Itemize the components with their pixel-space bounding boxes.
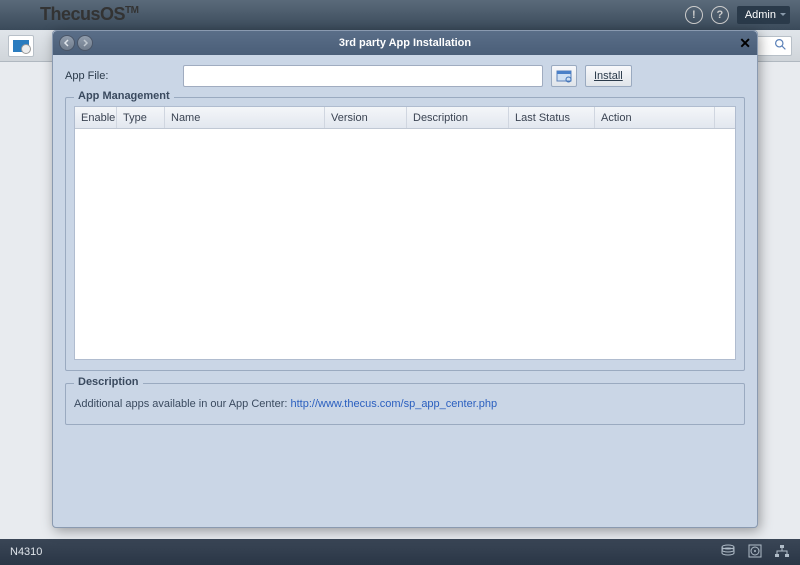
alert-icon[interactable]: ! (685, 6, 703, 24)
col-last-status[interactable]: Last Status (509, 107, 595, 128)
install-button[interactable]: Install (585, 65, 632, 87)
browse-icon (556, 69, 572, 83)
app-center-link[interactable]: http://www.thecus.com/sp_app_center.php (290, 398, 497, 410)
help-icon[interactable]: ? (711, 6, 729, 24)
fan-icon[interactable] (748, 544, 762, 561)
col-enable[interactable]: Enable (75, 107, 117, 128)
table-header: Enable Type Name Version Description Las… (75, 107, 735, 129)
close-button[interactable]: ✕ (739, 35, 751, 52)
col-action[interactable]: Action (595, 107, 715, 128)
file-label: App File: (65, 70, 175, 82)
description-legend: Description (74, 376, 143, 388)
col-description[interactable]: Description (407, 107, 509, 128)
col-version[interactable]: Version (325, 107, 407, 128)
app-management-legend: App Management (74, 90, 174, 102)
apps-shortcut-icon[interactable] (8, 35, 34, 57)
model-label: N4310 (10, 546, 42, 558)
admin-menu[interactable]: Admin (737, 6, 790, 24)
app-file-input[interactable] (183, 65, 543, 87)
description-panel: Description Additional apps available in… (65, 383, 745, 425)
brand-logo: ThecusOSTM (40, 4, 138, 25)
app-table: Enable Type Name Version Description Las… (74, 106, 736, 360)
status-bar: N4310 (0, 539, 800, 565)
app-installation-dialog: 3rd party App Installation ✕ App File: I… (52, 30, 758, 528)
disk-icon[interactable] (720, 544, 736, 561)
dialog-titlebar[interactable]: 3rd party App Installation ✕ (53, 31, 757, 55)
network-icon[interactable] (774, 544, 790, 561)
description-text: Additional apps available in our App Cen… (74, 398, 290, 410)
col-name[interactable]: Name (165, 107, 325, 128)
col-spacer (715, 107, 735, 128)
dialog-title: 3rd party App Installation (53, 37, 757, 49)
search-icon (774, 38, 787, 54)
browse-button[interactable] (551, 65, 577, 87)
table-body (75, 129, 735, 359)
app-management-panel: App Management Enable Type Name Version … (65, 97, 745, 371)
col-type[interactable]: Type (117, 107, 165, 128)
